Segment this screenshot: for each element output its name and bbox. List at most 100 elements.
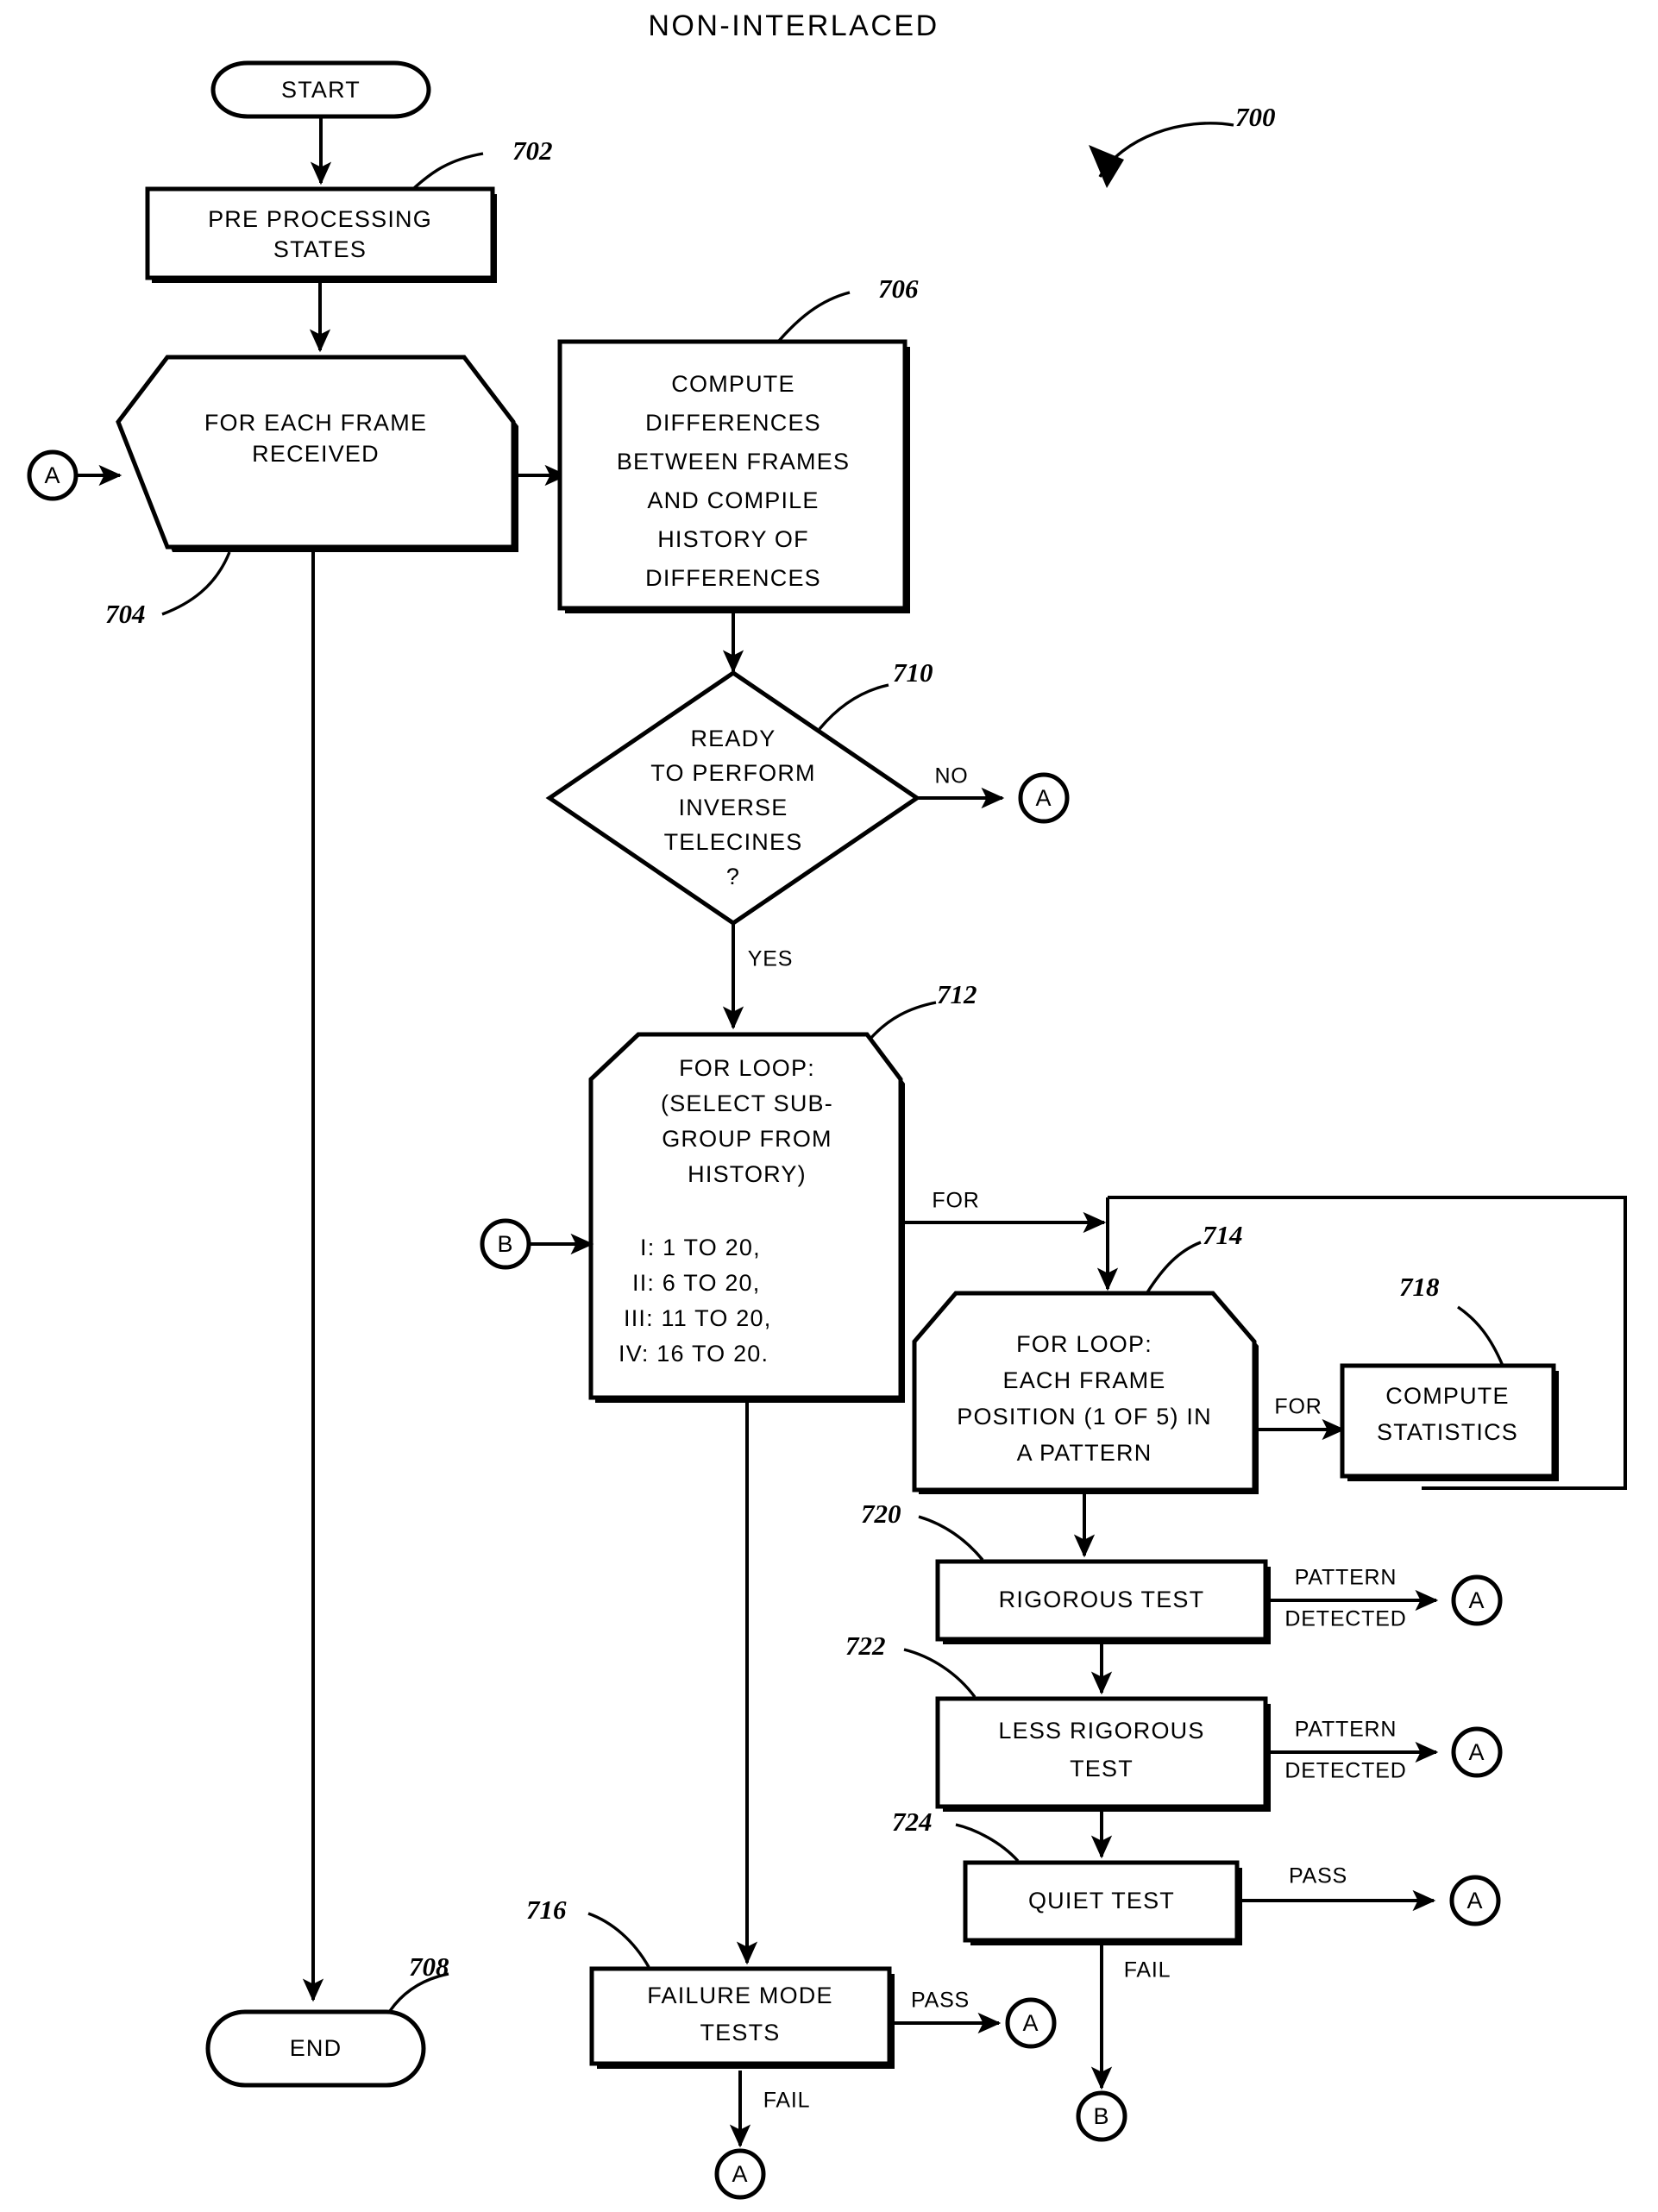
node-for-each-frame: FOR EACH FRAME RECEIVED [116,355,518,552]
node-position-l4: A PATTERN [1017,1440,1152,1466]
node-rigorous-label: RIGOROUS TEST [999,1587,1205,1612]
ref-712-leader [868,1001,937,1041]
ref-706: 706 [878,273,919,304]
edge-label-pattern-2-a: PATTERN [1295,1718,1397,1742]
edge-label-yes: YES [748,947,793,971]
ref-720-leader [918,1515,984,1562]
edge-label-pattern-2-b: DETECTED [1284,1759,1406,1783]
ref-718-leader [1457,1305,1504,1367]
node-for-loop-subgroup: FOR LOOP: (SELECT SUB- GROUP FROM HISTOR… [588,1032,905,1403]
edge-label-pattern-1-b: DETECTED [1284,1607,1406,1631]
connector-a-from-quiet: A [1449,1875,1501,1926]
node-lessrigorous-l1: LESS RIGOROUS [998,1718,1204,1744]
node-subgroup-list-4: IV: 16 TO 20. [619,1341,769,1367]
ref-716-leader [587,1912,650,1968]
connector-a-label-4: A [1468,1739,1485,1765]
flowchart-svg: NON-INTERLACED 700 START PRE PROCESSING … [27,9,1627,2200]
connector-a-label-3: A [1468,1587,1485,1613]
patent-figure-page: { "figure": { "title": "NON-INTERLACED",… [0,0,1658,2212]
node-ready-decision: READY TO PERFORM INVERSE TELECINES ? [545,669,921,927]
connector-a-from-ready-no: A [1018,772,1070,824]
node-pre-processing: PRE PROCESSING STATES [145,186,497,283]
figure-ref-leader [1098,122,1234,178]
node-computediff-l3: BETWEEN FRAMES [617,449,850,474]
node-failuremode-l2: TESTS [700,2020,780,2045]
edge-label-for-2: FOR [1274,1395,1322,1419]
ref-708: 708 [409,1951,449,1982]
node-eachframe-line1: FOR EACH FRAME [204,410,427,436]
node-ready-l4: TELECINES [664,829,803,855]
connector-b-label: B [497,1231,513,1257]
ref-722-leader [903,1648,977,1699]
node-ready-l2: TO PERFORM [650,760,816,786]
ref-704: 704 [105,599,146,629]
ref-722: 722 [845,1631,886,1661]
node-computediff-l4: AND COMPILE [647,487,819,513]
connector-b-label-2: B [1093,2103,1109,2129]
node-subgroup-l1: FOR LOOP: [679,1055,815,1081]
node-computediff-l5: HISTORY OF [657,526,809,552]
figure-ref-arrowhead [1089,145,1124,188]
connector-a-from-failuremode-fail: A [714,2148,766,2200]
ref-724-leader [955,1823,1020,1863]
node-subgroup-l3: GROUP FROM [662,1126,832,1152]
node-subgroup-list-3: III: 11 TO 20, [624,1305,771,1331]
node-position-l3: POSITION (1 OF 5) IN [957,1404,1212,1430]
edge-label-fail-quiet: FAIL [1124,1958,1171,1983]
node-lessrigorous-l2: TEST [1070,1756,1134,1782]
node-failure-mode-tests: FAILURE MODE TESTS [589,1966,895,2069]
connector-a-from-rigorous: A [1451,1574,1503,1626]
node-quiet-label: QUIET TEST [1028,1888,1175,1914]
ref-706-leader [777,291,851,342]
ref-702: 702 [512,135,553,166]
node-end: END [205,2009,426,2088]
node-subgroup-l4: HISTORY) [688,1161,807,1187]
connector-a-label-2: A [1035,785,1052,811]
node-compute-statistics: COMPUTE STATISTICS [1340,1363,1559,1481]
node-stats-l1: COMPUTE [1385,1383,1509,1409]
edge-label-no: NO [934,764,968,789]
node-for-loop-position: FOR LOOP: EACH FRAME POSITION (1 OF 5) I… [912,1291,1259,1494]
node-ready-l3: INVERSE [679,795,788,820]
ref-702-leader [412,152,484,190]
node-eachframe-line2: RECEIVED [252,441,380,467]
ref-710-leader [818,683,889,731]
node-ready-l1: READY [690,726,776,751]
edge-label-fail-failure: FAIL [763,2089,811,2113]
connector-a-label-5: A [1466,1888,1483,1914]
node-computediff-l6: DIFFERENCES [645,565,821,591]
ref-704-leader [161,551,231,616]
ref-724: 724 [892,1807,933,1837]
node-subgroup-list-1: I: 1 TO 20, [640,1235,761,1260]
connector-a-label-6: A [1022,2010,1039,2036]
edge-label-pattern-1-a: PATTERN [1295,1566,1397,1590]
ref-716: 716 [526,1895,567,1925]
node-stats-l2: STATISTICS [1377,1419,1518,1445]
node-pre-label-line2: STATES [273,236,367,262]
edge-label-pass-failure: PASS [911,1989,970,2013]
ref-710: 710 [893,657,933,688]
node-computediff-l2: DIFFERENCES [645,410,821,436]
ref-714: 714 [1203,1220,1243,1250]
connector-a-from-failuremode: A [1005,1997,1057,2049]
node-subgroup-l2: (SELECT SUB- [661,1090,833,1116]
node-less-rigorous-test: LESS RIGOROUS TEST [935,1696,1271,1812]
node-position-l1: FOR LOOP: [1016,1331,1152,1357]
connector-a-label-7: A [732,2161,748,2187]
node-start-label: START [281,77,361,103]
connector-a-into-eachframe: A [27,449,122,501]
ref-714-leader [1146,1241,1202,1293]
ref-712: 712 [937,979,977,1009]
connector-b-from-quiet: B [1076,2090,1127,2142]
edge-label-for-1: FOR [932,1189,979,1213]
ref-720: 720 [861,1499,901,1529]
node-computediff-l1: COMPUTE [671,371,794,397]
node-rigorous-test: RIGOROUS TEST [935,1559,1271,1644]
node-start: START [210,60,431,119]
node-ready-l5: ? [726,864,740,889]
node-pre-label-line1: PRE PROCESSING [208,206,432,232]
node-failuremode-l1: FAILURE MODE [647,1983,832,2008]
connector-b-into-subgroup: B [480,1218,594,1270]
node-end-label: END [290,2035,342,2061]
figure-title: NON-INTERLACED [648,9,939,42]
